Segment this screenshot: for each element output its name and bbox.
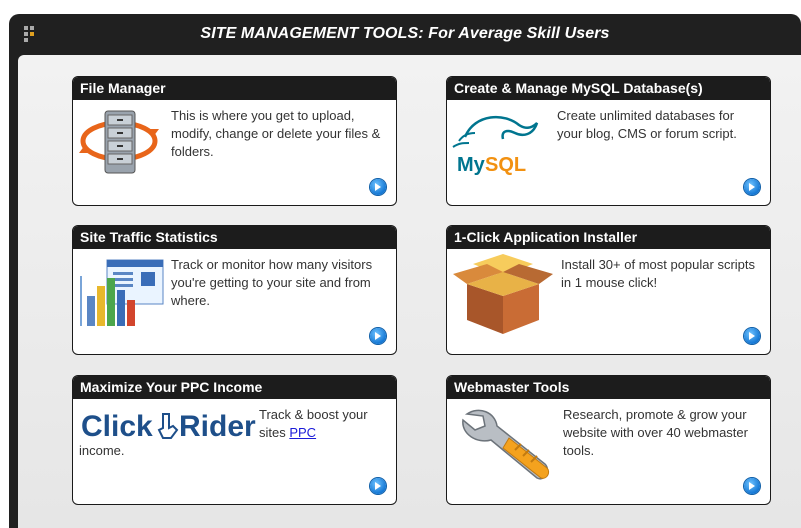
mysql-database-card[interactable]: Create & Manage MySQL Database(s) My SQL… <box>446 76 771 206</box>
card-title[interactable]: File Manager <box>73 77 396 100</box>
file-cabinet-icon <box>79 107 171 182</box>
svg-text:Rider: Rider <box>179 410 256 442</box>
app-installer-card[interactable]: 1-Click Application Installer Install 30… <box>446 225 771 355</box>
card-title[interactable]: Site Traffic Statistics <box>73 226 396 249</box>
ppc-link[interactable]: PPC <box>289 425 316 440</box>
card-title[interactable]: Webmaster Tools <box>447 376 770 399</box>
description-continued: income. <box>79 443 125 458</box>
wrench-icon <box>457 408 557 493</box>
svg-text:My: My <box>457 154 486 176</box>
card-description: Track or monitor how many visitors you'r… <box>171 257 373 308</box>
card-description: Track & boost your sites PPC <box>259 406 389 442</box>
card-description: Install 30+ of most popular scripts in 1… <box>561 257 756 290</box>
go-arrow-icon[interactable] <box>370 328 386 344</box>
go-arrow-icon[interactable] <box>744 478 760 494</box>
panel-title: SITE MANAGEMENT TOOLS: For Average Skill… <box>200 25 610 42</box>
svg-text:Click: Click <box>81 410 153 442</box>
card-title[interactable]: Maximize Your PPC Income <box>73 376 396 399</box>
mysql-logo: My SQL <box>451 107 555 184</box>
site-traffic-card[interactable]: Site Traffic Statistics Track or monitor… <box>72 225 397 355</box>
go-arrow-icon[interactable] <box>744 179 760 195</box>
card-title[interactable]: Create & Manage MySQL Database(s) <box>447 77 770 100</box>
bar-chart-icon <box>79 256 171 335</box>
ppc-income-card[interactable]: Maximize Your PPC Income Click Rider Tra… <box>72 375 397 505</box>
file-manager-card[interactable]: File Manager This is where you get to up… <box>72 76 397 206</box>
go-arrow-icon[interactable] <box>370 478 386 494</box>
svg-text:SQL: SQL <box>485 154 526 176</box>
go-arrow-icon[interactable] <box>744 328 760 344</box>
panel-body: File Manager This is where you get to up… <box>18 55 801 528</box>
card-description: This is where you get to upload, modify,… <box>171 108 381 159</box>
card-description: Research, promote & grow your website wi… <box>563 407 748 458</box>
open-box-icon <box>453 254 553 343</box>
card-title[interactable]: 1-Click Application Installer <box>447 226 770 249</box>
webmaster-tools-card[interactable]: Webmaster Tools Research, promote & grow… <box>446 375 771 505</box>
card-description: Create unlimited databases for your blog… <box>557 108 737 141</box>
go-arrow-icon[interactable] <box>370 179 386 195</box>
clickrider-logo: Click Rider <box>81 406 261 447</box>
site-management-panel: SITE MANAGEMENT TOOLS: For Average Skill… <box>9 14 801 528</box>
